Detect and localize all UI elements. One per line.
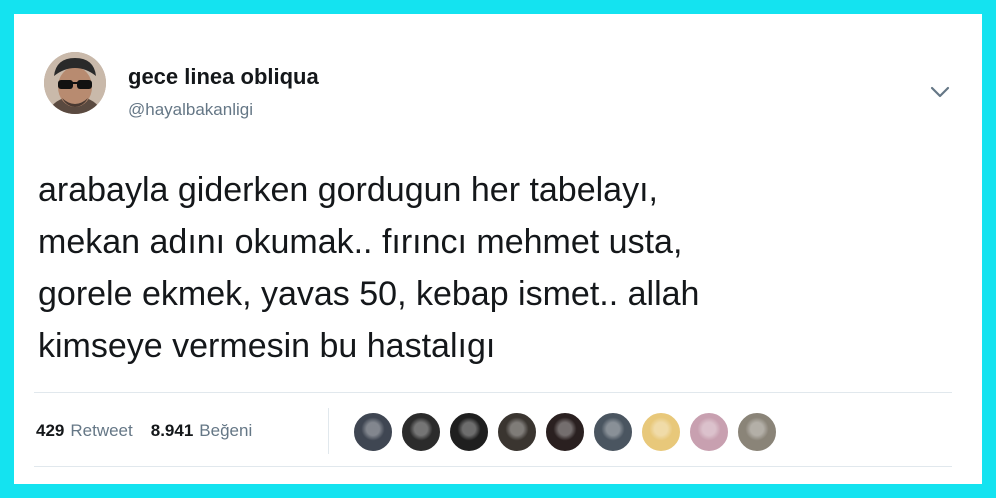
retweet-stat[interactable]: 429 Retweet bbox=[36, 421, 133, 441]
liker-avatar-1[interactable] bbox=[353, 412, 393, 452]
liker-avatars bbox=[353, 412, 785, 452]
like-label: Beğeni bbox=[199, 421, 253, 440]
tweet-card: gece linea obliqua @hayalbakanligi araba… bbox=[14, 14, 982, 484]
like-count: 8.941 bbox=[150, 421, 194, 440]
author-avatar[interactable] bbox=[44, 52, 106, 114]
retweet-label: Retweet bbox=[70, 421, 133, 440]
liker-avatar-face bbox=[738, 413, 776, 451]
stats-top-divider bbox=[34, 392, 952, 393]
liker-avatar-face bbox=[498, 413, 536, 451]
liker-avatar-face bbox=[354, 413, 392, 451]
tweet-text-line: arabayla giderken gordugun her tabelayı, bbox=[38, 171, 658, 209]
tweet-stats: 429 Retweet 8.941 Beğeni bbox=[36, 420, 252, 442]
liker-avatar-4[interactable] bbox=[497, 412, 537, 452]
chevron-down-icon[interactable] bbox=[926, 80, 954, 104]
liker-avatar-3[interactable] bbox=[449, 412, 489, 452]
liker-avatar-face bbox=[594, 413, 632, 451]
retweet-count: 429 bbox=[36, 421, 65, 440]
liker-avatar-9[interactable] bbox=[737, 412, 777, 452]
liker-avatar-5[interactable] bbox=[545, 412, 585, 452]
tweet-text: arabayla giderken gordugun her tabelayı,… bbox=[38, 164, 958, 372]
liker-avatar-face bbox=[690, 413, 728, 451]
tweet-text-line: mekan adını okumak.. fırıncı mehmet usta… bbox=[38, 223, 683, 261]
author-name[interactable]: gece linea obliqua bbox=[128, 64, 319, 90]
liker-avatar-6[interactable] bbox=[593, 412, 633, 452]
liker-avatar-face bbox=[642, 413, 680, 451]
liker-avatar-face bbox=[546, 413, 584, 451]
stats-bottom-divider bbox=[34, 466, 952, 467]
liker-avatar-face bbox=[402, 413, 440, 451]
tweet-text-line: gorele ekmek, yavas 50, kebap ismet.. al… bbox=[38, 275, 700, 313]
liker-avatar-8[interactable] bbox=[689, 412, 729, 452]
like-stat[interactable]: 8.941 Beğeni bbox=[151, 421, 252, 441]
liker-avatar-2[interactable] bbox=[401, 412, 441, 452]
liker-avatar-7[interactable] bbox=[641, 412, 681, 452]
tweet-text-line: kimseye vermesin bu hastalıgı bbox=[38, 327, 496, 365]
author-avatar-image bbox=[44, 52, 106, 114]
stats-separator bbox=[328, 408, 329, 454]
liker-avatar-face bbox=[450, 413, 488, 451]
author-handle[interactable]: @hayalbakanligi bbox=[128, 100, 253, 120]
